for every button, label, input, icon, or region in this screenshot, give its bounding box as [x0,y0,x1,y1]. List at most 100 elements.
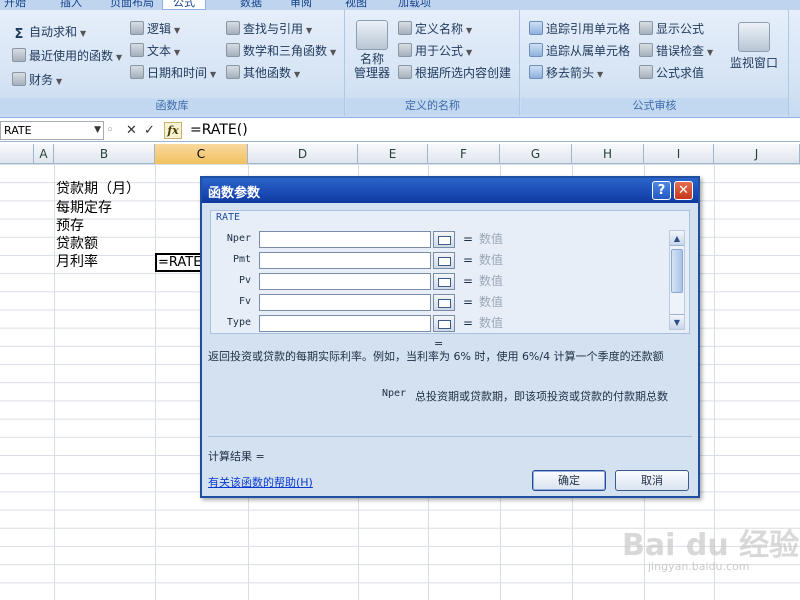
arg-row-fv: Fv = 数值 [211,293,681,313]
lookup-reference-button[interactable]: 查找与引用 ▼ [226,20,312,38]
cell-b-prepaid[interactable]: 预存 [56,217,84,235]
arg-input-pmt[interactable] [259,252,431,269]
remove-arrows-icon [529,65,543,79]
show-formulas-icon [639,21,653,35]
col-header-i[interactable]: I [644,144,714,164]
cell-b-loan-amount[interactable]: 贷款额 [56,235,98,253]
chevron-down-icon: ▼ [306,26,313,35]
group-label-function-library: 函数库 [0,98,344,114]
more-functions-button[interactable]: 其他函数 ▼ [226,64,300,82]
cancel-icon[interactable]: ✕ [126,121,137,140]
select-all-corner[interactable] [0,144,34,164]
trace-dependents-button[interactable]: 追踪从属单元格 [529,42,630,60]
arg-value-hint: 数值 [479,295,504,309]
dots-handle-icon[interactable]: ◦ [106,121,114,140]
collapse-dialog-icon[interactable] [433,294,455,311]
remove-arrows-button[interactable]: 移去箭头 ▼ [529,64,603,82]
define-name-button[interactable]: 定义名称 ▼ [398,20,472,38]
ok-button[interactable]: 确定 [532,470,606,491]
financial-button[interactable]: 财务 ▼ [12,71,62,89]
cell-b-monthly-rate[interactable]: 月利率 [56,253,98,271]
error-checking-button[interactable]: 错误检查 ▼ [639,42,713,60]
col-header-c[interactable]: C [155,144,248,164]
use-in-formula-icon [398,43,412,57]
group-formula-auditing: 追踪引用单元格 追踪从属单元格 移去箭头 ▼ 显示公式 错误检查 ▼ 公式求值 监视… [521,10,789,116]
arg-value-hint: 数值 [479,232,504,246]
col-header-g[interactable]: G [500,144,572,164]
chevron-down-icon: ▼ [116,53,123,62]
close-icon[interactable]: ✕ [674,181,693,200]
tab-view[interactable]: 视图 [345,0,367,10]
active-cell-c[interactable]: =RATE [155,253,204,272]
arg-value-hint: 数值 [479,316,504,330]
arg-input-fv[interactable] [259,294,431,311]
tab-insert[interactable]: 插入 [60,0,82,10]
enter-icon[interactable]: ✓ [144,121,155,140]
group-label-defined-names: 定义的名称 [346,98,519,114]
text-book-icon [130,43,144,57]
col-header-e[interactable]: E [358,144,428,164]
chevron-down-icon: ▼ [330,48,337,57]
dialog-titlebar[interactable]: 函数参数 ? ✕ [202,178,698,203]
chevron-down-icon: ▼ [174,48,181,57]
scroll-down-icon[interactable]: ▼ [670,314,684,329]
equals-sign: = [463,232,474,246]
name-box[interactable]: RATE ▼ [0,121,104,140]
tab-home[interactable]: 开始 [4,0,26,10]
tab-data[interactable]: 数据 [240,0,262,10]
collapse-dialog-icon[interactable] [433,315,455,332]
recent-functions-button[interactable]: 最近使用的函数 ▼ [12,47,122,65]
scroll-up-icon[interactable]: ▲ [670,231,684,246]
watermark-logo: Bai du 经验 [622,528,800,563]
formula-input[interactable]: =RATE() [190,121,248,140]
col-header-h[interactable]: H [572,144,644,164]
collapse-dialog-icon[interactable] [433,273,455,290]
cell-b-loan-term[interactable]: 贷款期（月） [56,180,140,198]
help-icon[interactable]: ? [652,181,671,200]
text-button[interactable]: 文本 ▼ [130,42,180,60]
use-in-formula-button[interactable]: 用于公式 ▼ [398,42,472,60]
chevron-down-icon: ▼ [294,70,301,79]
arg-label: Nper [226,233,251,244]
ribbon-tab-strip: 开始 插入 页面布局 公式 数据 审阅 视图 加载项 [0,0,800,10]
scroll-thumb[interactable] [671,249,683,293]
chevron-down-icon: ▼ [466,26,473,35]
help-on-function-link[interactable]: 有关该函数的帮助(H) [208,474,313,490]
logical-button[interactable]: 逻辑 ▼ [130,20,180,38]
chevron-down-icon: ▼ [466,48,473,57]
autosum-button[interactable]: Σ 自动求和 ▼ [12,23,87,42]
evaluate-formula-button[interactable]: 公式求值 [639,64,704,82]
define-name-icon [398,21,412,35]
tab-page-layout[interactable]: 页面布局 [110,0,154,10]
more-book-icon [226,65,240,79]
arguments-scrollbar[interactable]: ▲ ▼ [669,230,685,330]
date-time-button[interactable]: 日期和时间 ▼ [130,64,216,82]
chevron-down-icon[interactable]: ▼ [94,122,101,139]
arg-input-pv[interactable] [259,273,431,290]
trace-precedents-button[interactable]: 追踪引用单元格 [529,20,630,38]
create-from-selection-button[interactable]: 根据所选内容创建 [398,64,511,82]
math-trig-button[interactable]: 数学和三角函数 ▼ [226,42,336,60]
insert-function-icon[interactable]: fx [164,122,182,139]
col-header-d[interactable]: D [248,144,358,164]
arg-input-type[interactable] [259,315,431,332]
tab-formulas[interactable]: 公式 [162,0,206,10]
chevron-down-icon: ▼ [597,70,604,79]
tab-addins[interactable]: 加载项 [398,0,431,10]
tab-review[interactable]: 审阅 [290,0,312,10]
cell-b-periodic-deposit[interactable]: 每期定存 [56,199,112,217]
arg-input-nper[interactable] [259,231,431,248]
arguments-group: RATE Nper = 数值 Pmt = 数值 Pv = 数值 Fv = 数值 … [210,210,690,334]
col-header-j[interactable]: J [714,144,800,164]
formula-result-equals: = [434,337,444,350]
watch-window-button[interactable]: 监视窗口 [727,22,781,71]
collapse-dialog-icon[interactable] [433,231,455,248]
name-manager-button[interactable]: 名称 管理器 [350,20,394,80]
col-header-a[interactable]: A [34,144,54,164]
show-formulas-button[interactable]: 显示公式 [639,20,704,38]
col-header-f[interactable]: F [428,144,500,164]
arg-row-pmt: Pmt = 数值 [211,251,681,271]
col-header-b[interactable]: B [54,144,155,164]
collapse-dialog-icon[interactable] [433,252,455,269]
cancel-button[interactable]: 取消 [615,470,689,491]
